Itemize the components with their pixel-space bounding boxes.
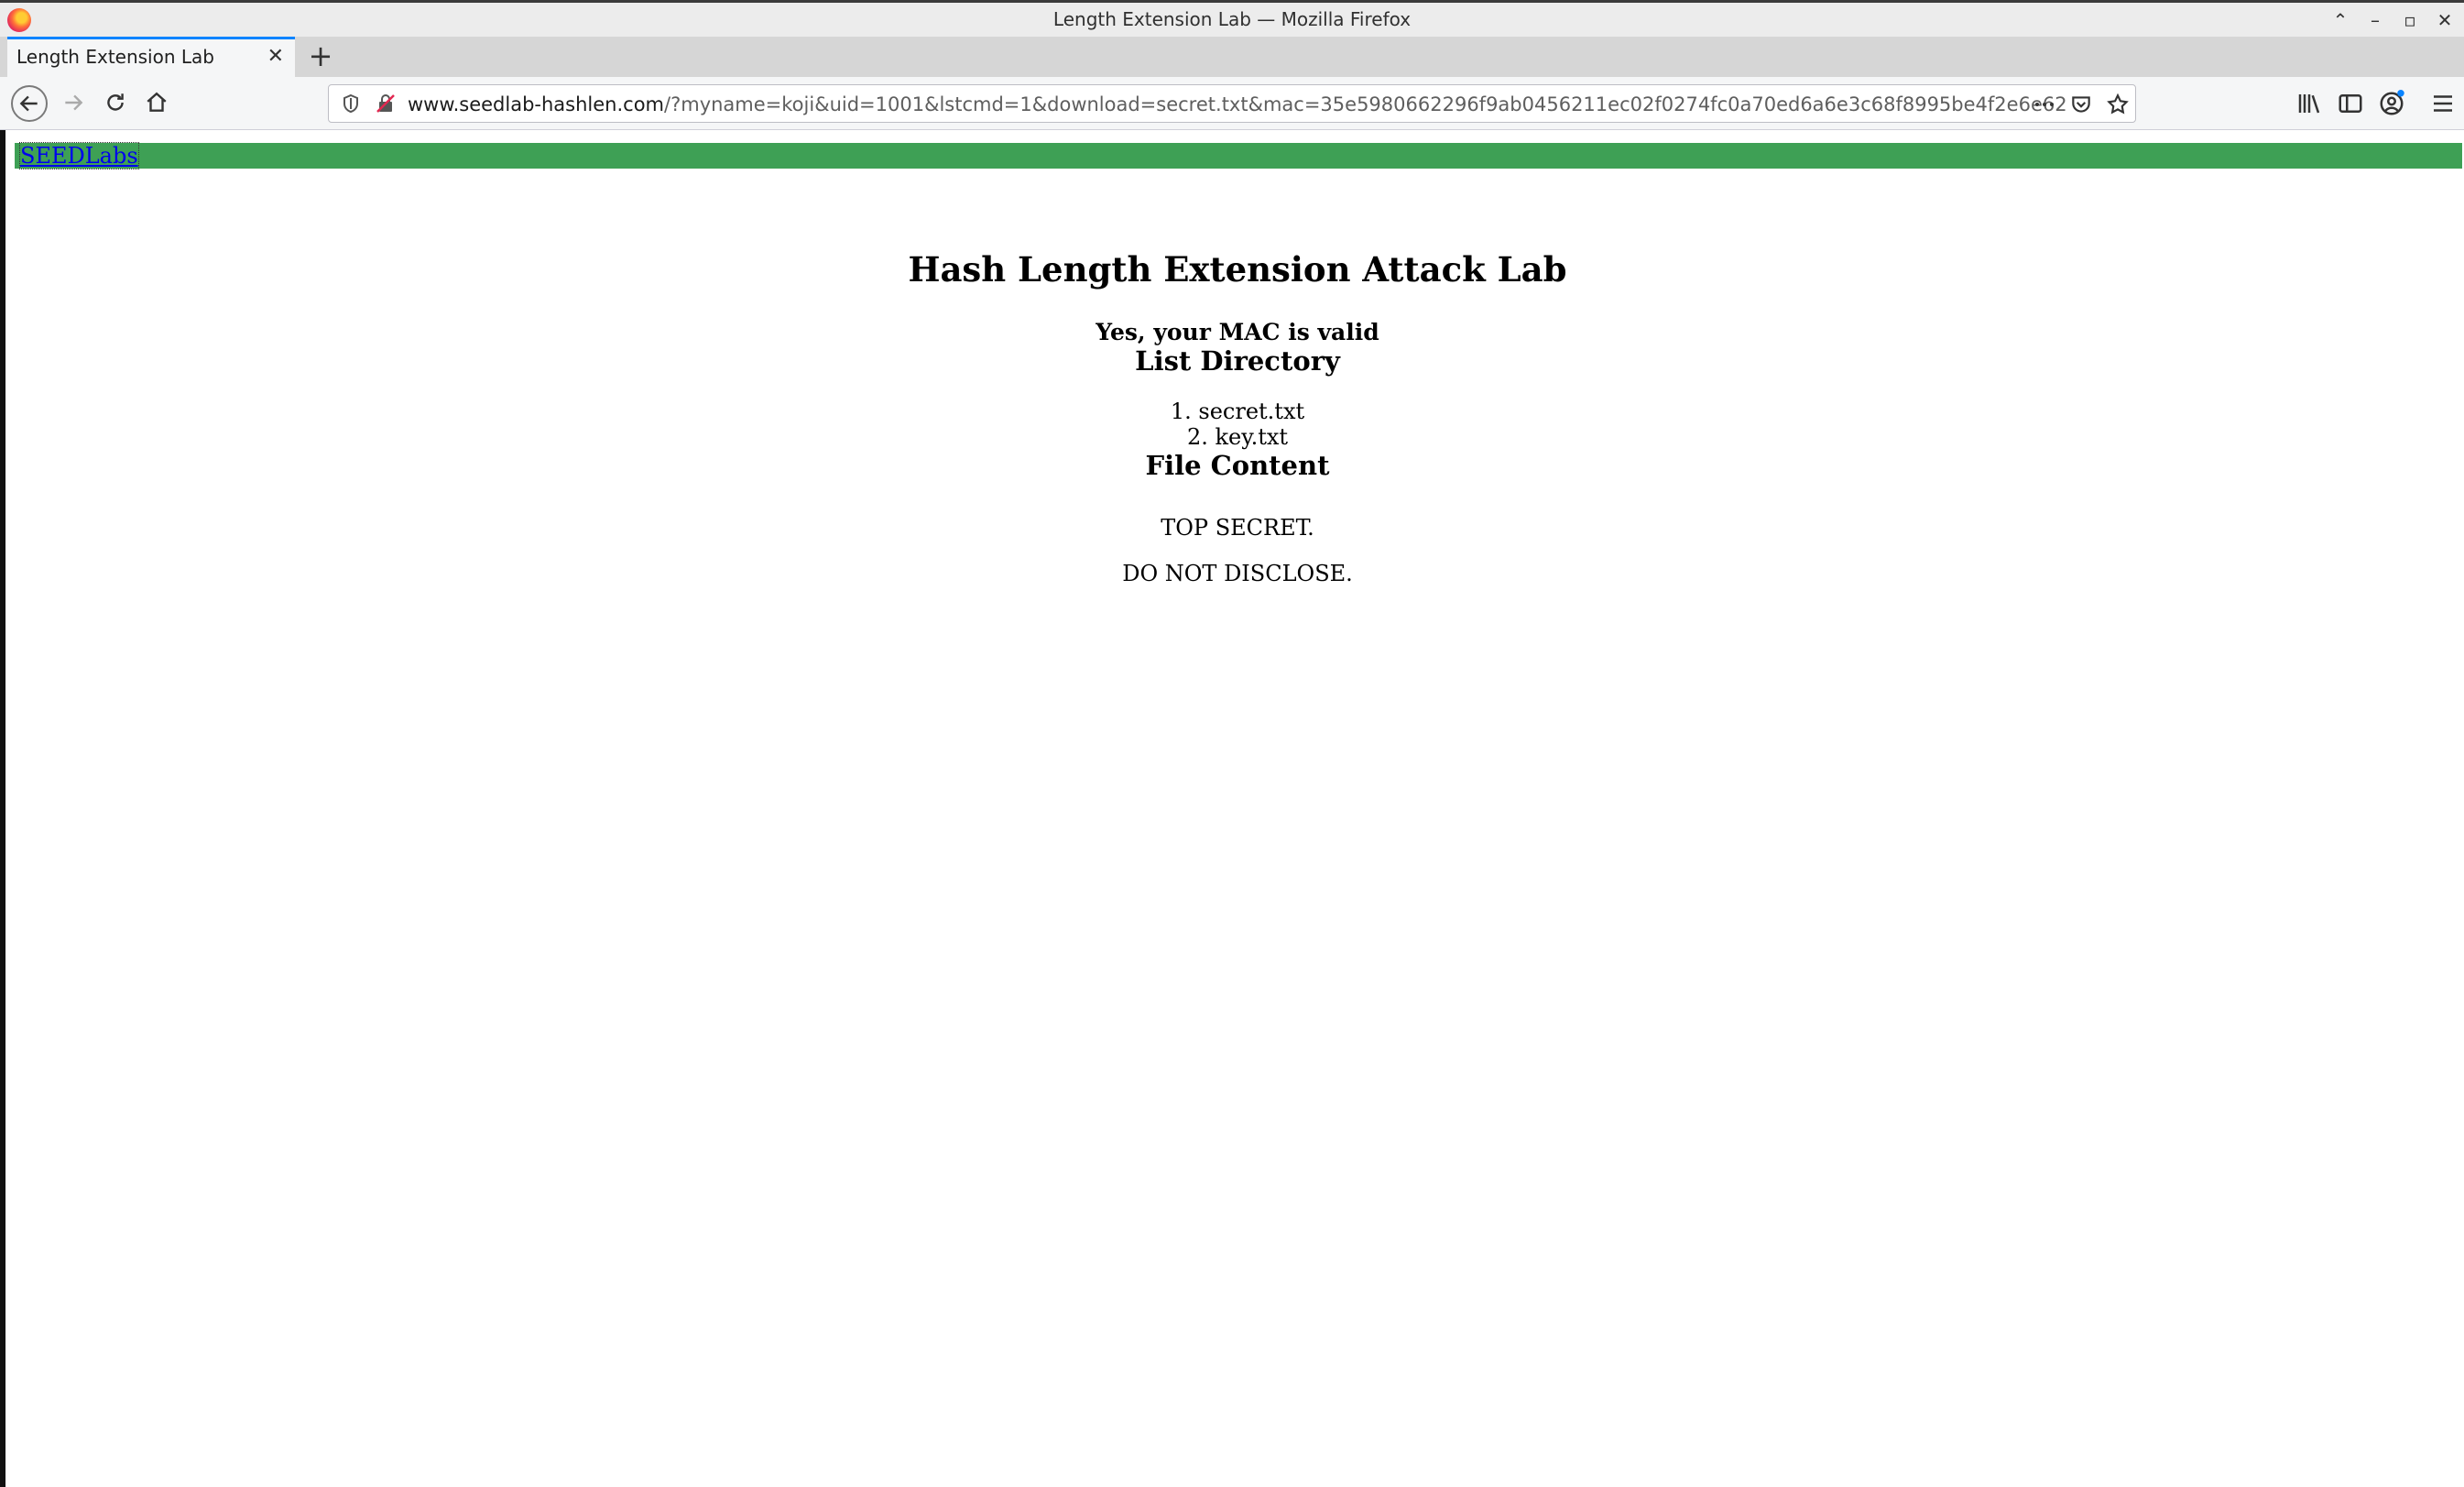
file-name: key.txt — [1215, 424, 1289, 450]
list-item: 1. secret.txt — [1170, 399, 1305, 424]
arrow-right-icon — [65, 94, 83, 111]
forward-button[interactable] — [55, 84, 92, 121]
page-content: SEEDLabs Hash Length Extension Attack La… — [0, 130, 2464, 1487]
arrow-left-icon — [19, 95, 38, 112]
hamburger-menu-icon[interactable] — [2429, 90, 2457, 117]
list-directory-heading: List Directory — [1135, 345, 1340, 377]
insecure-lock-icon[interactable] — [375, 93, 397, 115]
seedlabs-nav-bar: SEEDLabs — [15, 142, 2462, 169]
tab-close-icon[interactable]: ✕ — [267, 45, 284, 68]
tab-strip: Length Extension Lab ✕ + — [0, 37, 2464, 77]
url-bar[interactable]: www.seedlab-hashlen.com/?myname=koji&uid… — [328, 84, 2136, 123]
more-actions-icon[interactable] — [2033, 93, 2056, 116]
url-path: /?myname=koji&uid=1001&lstcmd=1&download… — [664, 93, 2067, 115]
url-host: www.seedlab-hashlen.com — [408, 93, 665, 115]
pocket-icon[interactable] — [2069, 93, 2093, 116]
list-item: 2. key.txt — [1186, 424, 1289, 450]
shield-icon[interactable] — [340, 93, 362, 115]
sidebar-icon[interactable] — [2337, 90, 2364, 117]
file-list: 1. secret.txt 2. key.txt — [5, 399, 2464, 450]
new-tab-icon[interactable]: + — [302, 38, 339, 75]
file-content-text: TOP SECRET. DO NOT DISCLOSE. — [5, 505, 2464, 596]
mac-status-message: Yes, your MAC is valid — [1096, 319, 1379, 345]
back-button[interactable] — [11, 85, 48, 122]
file-name: secret.txt — [1198, 399, 1305, 424]
chevron-up-icon[interactable]: ⌃ — [2327, 6, 2354, 34]
reload-icon — [107, 93, 124, 111]
maximize-icon[interactable]: ▫ — [2396, 6, 2424, 34]
window-title: Length Extension Lab — Mozilla Firefox — [1052, 8, 1412, 30]
library-icon[interactable] — [2295, 90, 2323, 117]
file-content-heading: File Content — [1145, 450, 1330, 481]
tab-label: Length Extension Lab — [16, 46, 214, 68]
file-line: DO NOT DISCLOSE. — [1122, 561, 1353, 586]
main-content: Hash Length Extension Attack Lab Yes, yo… — [5, 249, 2464, 596]
navigation-toolbar: www.seedlab-hashlen.com/?myname=koji&uid… — [0, 77, 2464, 130]
tab-length-extension-lab[interactable]: Length Extension Lab ✕ — [7, 37, 295, 77]
reload-button[interactable] — [97, 84, 134, 121]
url-text[interactable]: www.seedlab-hashlen.com/?myname=koji&uid… — [408, 93, 2067, 115]
account-icon[interactable] — [2378, 90, 2405, 117]
window-titlebar: Length Extension Lab — Mozilla Firefox ⌃… — [0, 0, 2464, 37]
bookmark-star-icon[interactable] — [2106, 93, 2130, 116]
page-title: Hash Length Extension Attack Lab — [908, 249, 1567, 290]
window-controls: ⌃ – ▫ ✕ — [2327, 6, 2459, 34]
home-button[interactable] — [138, 84, 175, 121]
file-line: TOP SECRET. — [1161, 515, 1314, 541]
minimize-icon[interactable]: – — [2361, 6, 2389, 34]
close-window-icon[interactable]: ✕ — [2431, 6, 2459, 34]
seedlabs-link[interactable]: SEEDLabs — [19, 142, 139, 169]
home-icon — [147, 92, 167, 112]
